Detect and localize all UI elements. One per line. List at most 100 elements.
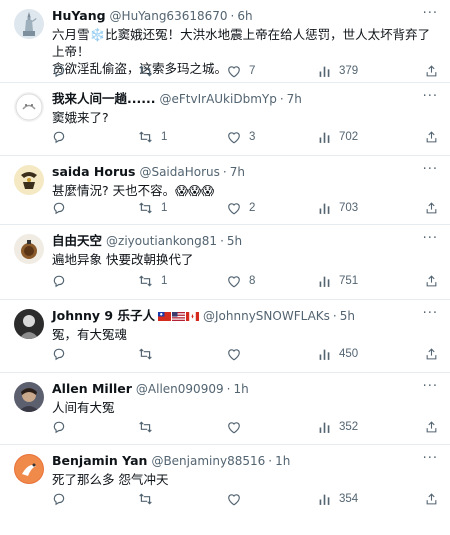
share-button[interactable] [425,63,438,79]
like-button[interactable]: 2 [227,200,255,216]
timestamp[interactable]: 1h [275,453,290,469]
retweet-button[interactable] [138,346,161,362]
user-handle[interactable]: @Benjaminy88516 [151,453,265,469]
retweet-button[interactable]: 1 [138,200,167,216]
analytics-icon [319,66,330,77]
reply-button[interactable] [52,346,74,362]
user-handle[interactable]: @eFtvIrAUkiDbmYp [160,91,277,107]
share-button[interactable] [425,346,438,362]
tweet[interactable]: saida Horus @SaidaHorus · 7h ··· 甚麼情況? 天… [0,156,450,225]
separator-dot: · [268,454,273,468]
avatar[interactable] [14,234,44,264]
more-options-icon[interactable]: ··· [423,307,438,320]
avatar[interactable] [14,92,44,122]
avatar[interactable] [14,9,44,39]
share-button[interactable] [425,491,438,507]
retweet-button[interactable] [138,491,161,507]
tweet[interactable]: HuYang @HuYang63618670 · 6h ··· 六月雪❄️比窦娥… [0,0,450,83]
timestamp[interactable]: 7h [230,164,245,180]
tweet[interactable]: Johnny 9 乐子人 @JohnnySNOWFLAKs · 5h ··· 冤… [0,300,450,373]
like-button[interactable]: 8 [227,273,255,289]
display-name[interactable]: Benjamin Yan [52,453,147,469]
analytics-icon [319,494,330,505]
display-name[interactable]: saida Horus [52,164,135,180]
retweet-icon [139,202,152,214]
views-button[interactable]: 703 [318,200,358,216]
share-button[interactable] [425,200,438,216]
retweet-icon [139,348,152,360]
user-handle[interactable]: @HuYang63618670 [110,8,228,24]
analytics-icon [319,276,330,287]
like-button[interactable]: 3 [227,129,255,145]
user-handle[interactable]: @Allen090909 [136,381,224,397]
avatar[interactable] [14,454,44,484]
reply-button[interactable] [52,63,74,79]
separator-dot: · [220,234,224,248]
display-name[interactable]: Johnny 9 乐子人 [52,308,199,324]
like-count: 8 [249,275,256,287]
tweet[interactable]: 自由天空 @ziyoutiankong81 · 5h ··· 遍地异象 快要改朝… [0,225,450,300]
views-button[interactable]: 702 [318,129,358,145]
view-count: 702 [339,131,359,143]
retweet-button[interactable] [138,63,161,79]
display-name[interactable]: HuYang [52,8,106,24]
tweet[interactable]: Benjamin Yan @Benjaminy88516 · 1h ··· 死了… [0,445,450,535]
heart-icon [228,348,240,360]
avatar[interactable] [14,309,44,339]
views-button[interactable]: 751 [318,273,358,289]
display-name[interactable]: 自由天空 [52,233,102,249]
taiwan-flag-icon [158,311,171,321]
share-button[interactable] [425,273,438,289]
like-button[interactable]: 7 [227,63,255,79]
share-button[interactable] [425,419,438,435]
avatar[interactable] [14,382,44,412]
more-options-icon[interactable]: ··· [423,7,438,20]
timestamp[interactable]: 1h [233,381,248,397]
display-name[interactable]: Allen Miller [52,381,132,397]
separator-dot: · [332,309,337,323]
reply-icon [53,348,65,361]
reply-button[interactable] [52,129,74,145]
view-count: 751 [339,275,359,287]
heart-icon [228,421,240,433]
tweet-text: 人间有大冤 [52,400,115,415]
like-button[interactable] [227,491,249,507]
like-button[interactable] [227,419,249,435]
more-options-icon[interactable]: ··· [423,163,438,176]
timestamp[interactable]: 5h [340,308,355,324]
reply-icon [53,202,65,215]
retweet-button[interactable] [138,419,161,435]
display-name[interactable]: 我来人间一趟...... [52,91,156,107]
reply-button[interactable] [52,419,74,435]
user-handle[interactable]: @JohnnySNOWFLAKs [203,308,330,324]
share-button[interactable] [425,129,438,145]
tweet-header: 我来人间一趟...... @eFtvIrAUkiDbmYp · 7h [52,91,438,107]
retweet-button[interactable]: 1 [138,273,167,289]
tweet-actions: 354 [52,491,438,507]
user-handle[interactable]: @ziyoutiankong81 [106,233,217,249]
retweet-button[interactable]: 1 [138,129,167,145]
tweet-header: HuYang @HuYang63618670 · 6h [52,8,438,24]
views-button[interactable]: 450 [318,346,358,362]
more-options-icon[interactable]: ··· [423,380,438,393]
reply-button[interactable] [52,273,74,289]
like-button[interactable] [227,346,249,362]
us-flag-icon [172,311,185,321]
more-options-icon[interactable]: ··· [423,232,438,245]
tweet[interactable]: 我来人间一趟...... @eFtvIrAUkiDbmYp · 7h ··· 窦… [0,83,450,156]
timestamp[interactable]: 5h [227,233,242,249]
more-options-icon[interactable]: ··· [423,90,438,103]
views-button[interactable]: 354 [318,491,358,507]
timestamp[interactable]: 6h [237,8,252,24]
tweet[interactable]: Allen Miller @Allen090909 · 1h ··· 人间有大冤… [0,373,450,445]
canada-flag-icon [186,311,199,321]
views-button[interactable]: 352 [318,419,358,435]
analytics-icon [319,349,330,360]
reply-button[interactable] [52,200,74,216]
avatar[interactable] [14,165,44,195]
user-handle[interactable]: @SaidaHorus [139,164,219,180]
reply-button[interactable] [52,491,74,507]
timestamp[interactable]: 7h [287,91,302,107]
views-button[interactable]: 379 [318,63,358,79]
more-options-icon[interactable]: ··· [423,452,438,465]
